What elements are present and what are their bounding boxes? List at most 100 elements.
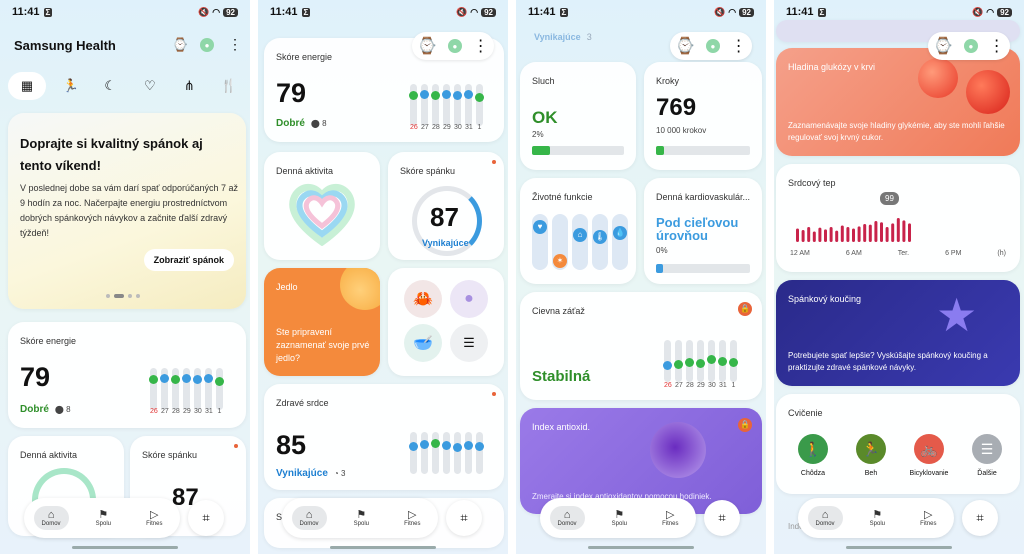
tab-moon-icon[interactable]: ☾ xyxy=(95,72,125,100)
exercise-bike[interactable]: 🚲 Bicyklovanie xyxy=(902,434,956,477)
screen-2: 11:41 Σ 🔇 ◠ 92 Skóre energie 79 Dobré ⬤ 8 26 2… xyxy=(258,0,508,554)
sleep-card[interactable]: Skóre spánku 87 Vynikajúce xyxy=(388,152,504,260)
wifi-icon: ◠ xyxy=(728,6,737,17)
star-icon: ★ xyxy=(936,289,978,341)
nav-fitness[interactable]: ▷ Fitnes xyxy=(912,506,944,530)
hr-bar xyxy=(835,230,839,242)
bowl-icon[interactable]: 🥣 xyxy=(404,324,442,362)
screen-4: 11:41 Σ 🔇 ◠ 92 Hladina glukózy v krvi Zaznam… xyxy=(774,0,1024,554)
home-icon: ⌂ xyxy=(305,509,313,521)
avatar[interactable]: ● xyxy=(705,39,720,53)
more-icon[interactable]: ⋮ xyxy=(473,36,489,56)
food-quick-card[interactable]: 🦀 ● 🥣 ☰ xyxy=(388,268,504,376)
energy-value: 79 xyxy=(20,362,51,392)
chart-bar xyxy=(674,340,683,382)
vascular-card[interactable]: Cievna záťaž 🔒 Stabilná 26 27 28 29 30 31 1 xyxy=(520,292,762,400)
energy-card[interactable]: Skóre energie 79 Dobré ⬤ 8 26 27 28 29 30 31 1 xyxy=(8,322,246,428)
activity-card[interactable]: Denná aktivita xyxy=(264,152,380,260)
hearing-card[interactable]: Sluch OK 2% xyxy=(520,62,636,170)
exercise-list: 🚶 Chôdza 🏃 Beh 🚲 Bicyklovanie ☰ Ďalšie xyxy=(786,434,1014,477)
cardio-card[interactable]: Denná kardiovaskulár... Pod cieľovou úro… xyxy=(644,178,762,284)
nav-together[interactable]: ⚑ Spolu xyxy=(88,506,119,530)
nav-together[interactable]: ⚑ Spolu xyxy=(862,506,893,530)
heart-health-card[interactable]: Zdravé srdce 85 Vynikajúce ◔ 3 xyxy=(264,384,504,490)
chart-point xyxy=(442,89,451,99)
hr-bar xyxy=(852,228,855,242)
nav-fitness[interactable]: ▷ Fitnes xyxy=(396,506,428,530)
bottom-nav: ⌂ Domov ⚑ Spolu ▷ Fitnes xyxy=(282,498,438,538)
screen-3: 11:41 Σ 🔇 ◠ 92 Vynikajúce 3 ⌚ ● ⋮ Sluch OK 2% K… xyxy=(516,0,766,554)
glucose-image xyxy=(918,58,958,98)
avatar[interactable]: ● xyxy=(963,39,978,53)
hr-bar xyxy=(896,218,900,242)
glucose-card[interactable]: Hladina glukózy v krvi Zaznamenávajte sv… xyxy=(776,48,1020,156)
exercise-walk[interactable]: 🚶 Chôdza xyxy=(786,434,840,477)
run-icon: 🏃 xyxy=(856,434,886,464)
tab-grid-icon[interactable]: ▦ xyxy=(8,72,46,100)
chart-point xyxy=(160,373,169,383)
nav-together[interactable]: ⚑ Spolu xyxy=(604,506,635,530)
show-sleep-button[interactable]: Zobraziť spánok xyxy=(143,249,234,271)
chart-point xyxy=(215,377,224,387)
chart-bar xyxy=(663,340,672,382)
chart-point xyxy=(475,441,484,451)
bottom-nav: ⌂ Domov ⚑ Spolu ▷ Fitnes xyxy=(540,498,696,538)
blob-icon[interactable]: ● xyxy=(450,280,488,318)
vitals-chart: ♥ ✶ ⌂ 🌡 💧 xyxy=(532,214,628,270)
nav-home[interactable]: ⌂ Domov xyxy=(291,506,327,530)
tab-food-icon[interactable]: 🍴 xyxy=(214,72,244,100)
tab-running-icon[interactable]: 🏃 xyxy=(56,72,86,100)
carousel-dots xyxy=(106,294,140,298)
exercise-card[interactable]: Cvičenie 🚶 Chôdza 🏃 Beh 🚲 Bicyklovanie ☰… xyxy=(776,394,1020,494)
day-label: 28 xyxy=(686,382,694,389)
mute-icon: 🔇 xyxy=(972,6,984,17)
scan-icon[interactable]: ⌗ xyxy=(704,500,740,536)
tab-heart-icon[interactable]: ♡ xyxy=(135,72,165,100)
avatar[interactable]: ● xyxy=(447,39,462,53)
nav-fitness[interactable]: ▷ Fitnes xyxy=(654,506,686,530)
nav-home[interactable]: ⌂ Domov xyxy=(807,506,843,530)
watch-icon[interactable]: ⌚ xyxy=(417,36,437,56)
vitals-card[interactable]: Životné funkcie ♥ ✶ ⌂ 🌡 💧 xyxy=(520,178,636,284)
nav-home[interactable]: ⌂ Domov xyxy=(33,506,69,530)
watch-icon[interactable]: ⌚ xyxy=(172,37,188,53)
nav-fitness[interactable]: ▷ Fitnes xyxy=(138,506,170,530)
steps-card[interactable]: Kroky 769 10 000 krokov xyxy=(644,62,762,170)
scan-icon[interactable]: ⌗ xyxy=(446,500,482,536)
more-icon[interactable]: ⋮ xyxy=(228,36,242,53)
home-indicator xyxy=(846,546,952,549)
tab-nodes-icon[interactable]: ⋔ xyxy=(174,72,204,100)
day-label: 31 xyxy=(465,124,473,131)
play-icon: ▷ xyxy=(666,509,675,521)
chart-bar xyxy=(475,432,484,474)
more-icon[interactable]: ⋮ xyxy=(989,36,1005,56)
battery-icon: 92 xyxy=(481,7,496,17)
heart-icon: ♥ xyxy=(533,220,547,234)
home-icon: ⌂ xyxy=(47,509,55,521)
crab-icon[interactable]: 🦀 xyxy=(404,280,442,318)
day-label: 27 xyxy=(421,124,429,131)
hr-bar xyxy=(818,227,822,242)
chart-bar xyxy=(453,432,462,474)
scan-icon[interactable]: ⌗ xyxy=(962,500,998,536)
avatar[interactable]: ● xyxy=(200,38,214,52)
list-icon[interactable]: ☰ xyxy=(450,324,488,362)
chart-point xyxy=(149,375,158,385)
heart-rate-card[interactable]: Srdcový tep 99 12 AM 6 AM Ter. 6 PM (h) xyxy=(776,164,1020,272)
exercise-more[interactable]: ☰ Ďalšie xyxy=(960,434,1014,477)
food-card[interactable]: Jedlo Ste pripravení zaznamenať svoje pr… xyxy=(264,268,380,376)
nav-together[interactable]: ⚑ Spolu xyxy=(346,506,377,530)
exercise-run[interactable]: 🏃 Beh xyxy=(844,434,898,477)
watch-icon[interactable]: ⌚ xyxy=(675,36,695,56)
watch-icon[interactable]: ⌚ xyxy=(933,36,953,56)
hr-bubble: 99 xyxy=(880,192,899,205)
scan-icon[interactable]: ⌗ xyxy=(188,500,224,536)
battery-icon: 92 xyxy=(223,7,238,17)
sleep-banner-card[interactable]: Doprajte si kvalitný spánok aj tento vík… xyxy=(8,113,246,309)
chart-bar xyxy=(193,368,202,410)
day-label: 29 xyxy=(697,382,705,389)
vascular-chart xyxy=(663,340,738,382)
sleep-coaching-card[interactable]: Spánkový koučing ★ Potrebujete spať lepš… xyxy=(776,280,1020,386)
nav-home[interactable]: ⌂ Domov xyxy=(549,506,585,530)
more-icon[interactable]: ⋮ xyxy=(731,36,747,56)
